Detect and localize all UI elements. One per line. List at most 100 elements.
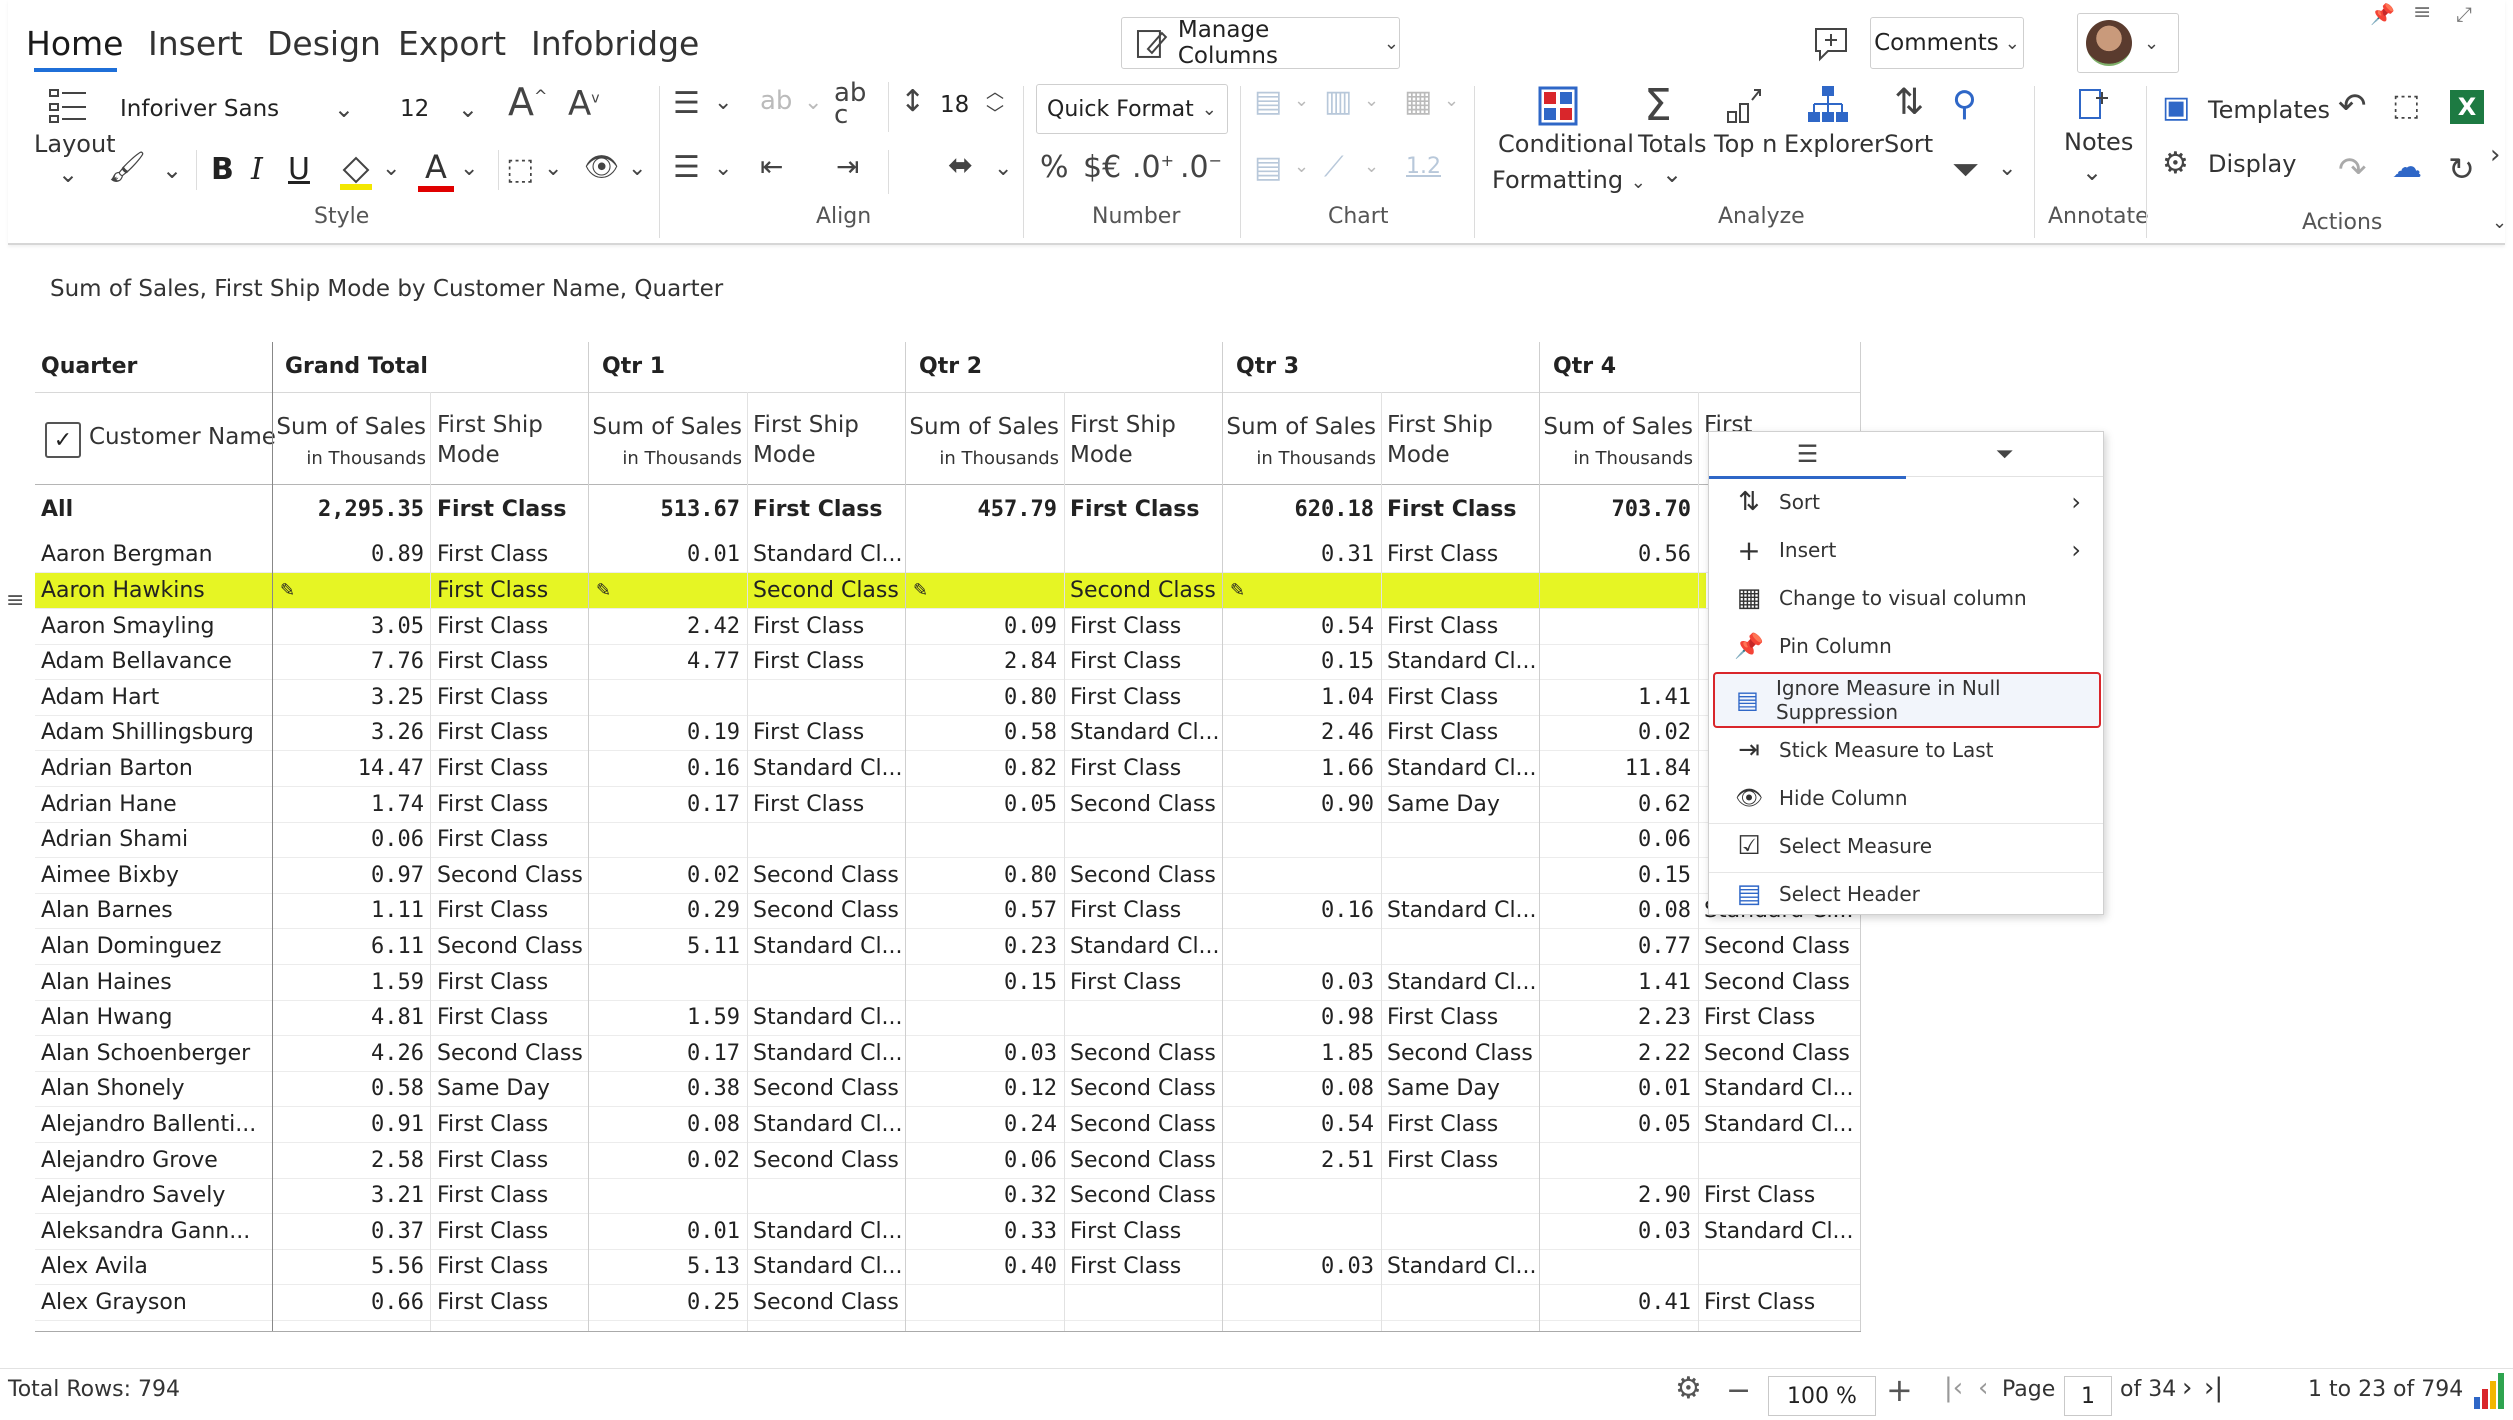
customer-name-header[interactable]: Customer Name — [89, 422, 276, 452]
table-row[interactable]: Alejandro Ballenti... 0.91 First Class 0.08… — [35, 1107, 1861, 1143]
edit-pencil-icon[interactable]: ✎ — [913, 573, 937, 609]
ship-mode-cell[interactable]: Second Class — [1070, 1178, 1222, 1214]
ship-mode-cell[interactable]: First Class — [437, 965, 589, 1001]
menu-item-insert[interactable]: + Insert › — [1709, 528, 2103, 572]
ship-mode-cell[interactable] — [753, 1178, 905, 1214]
sales-value-cell[interactable]: 0.16 — [1226, 893, 1374, 929]
expand-icon[interactable]: ⤢ — [2456, 2, 2472, 26]
customer-name-cell[interactable]: Alejandro Ballenti... — [41, 1107, 269, 1143]
ship-mode-cell[interactable]: First Class — [1387, 1000, 1539, 1036]
ship-mode-cell[interactable]: First Class — [437, 1143, 589, 1179]
sales-value-cell[interactable]: 1.85 — [1226, 1036, 1374, 1072]
chart-value-label[interactable]: 1.2 — [1406, 154, 1441, 179]
gear-icon[interactable]: ⚙ — [2162, 146, 2189, 181]
templates-label[interactable]: Templates — [2208, 96, 2330, 124]
ship-mode-cell[interactable]: First Class — [437, 715, 589, 751]
sales-value-cell[interactable]: 0.03 — [1543, 1214, 1691, 1250]
comments-dropdown[interactable]: Comments ⌄ — [1870, 17, 2024, 69]
percent-button[interactable]: % — [1040, 150, 1069, 185]
sales-value-cell[interactable]: 0.09 — [909, 609, 1057, 645]
sales-value-cell[interactable]: 0.38 — [592, 1071, 740, 1107]
explorer-label[interactable]: Explorer — [1784, 130, 1884, 158]
ship-mode-cell[interactable]: Second Class — [1387, 1036, 1539, 1072]
measure-header-first-ship-mode[interactable]: First Ship Mode — [1387, 410, 1493, 470]
ship-mode-cell[interactable]: Same Day — [437, 1071, 589, 1107]
customer-name-cell[interactable]: Aaron Smayling — [41, 609, 269, 645]
ship-mode-cell[interactable]: Second Class — [753, 573, 905, 609]
font-color-button[interactable]: A — [414, 148, 458, 194]
ship-mode-cell[interactable]: Second Class — [753, 1071, 905, 1107]
ship-mode-cell[interactable]: First Class — [1070, 1249, 1222, 1285]
chevron-down-icon[interactable]: ⌄ — [1998, 156, 2016, 181]
sales-value-cell[interactable]: 4.81 — [276, 1000, 424, 1036]
customer-name-cell[interactable]: Adrian Hane — [41, 787, 269, 823]
sales-value-cell[interactable]: 7.76 — [276, 644, 424, 680]
ship-mode-cell[interactable]: Second Class — [437, 858, 589, 894]
decrease-decimal-button[interactable]: .0− — [1180, 150, 1222, 185]
measure-header-first-ship-mode[interactable]: First Ship Mode — [1070, 410, 1176, 470]
bar-chart-icon[interactable]: ▤ — [1254, 84, 1282, 119]
ship-mode-cell[interactable]: First Class — [437, 537, 589, 573]
ship-mode-cell[interactable]: Standard Cl... — [1704, 1107, 1856, 1143]
sales-value-cell[interactable]: 0.15 — [1543, 858, 1691, 894]
ruler-icon[interactable]: ⬚ — [2392, 88, 2420, 123]
sales-value-cell[interactable] — [1226, 1178, 1374, 1214]
ship-mode-cell[interactable] — [1387, 929, 1539, 965]
ship-mode-cell[interactable]: First Class — [753, 609, 905, 645]
search-icon[interactable]: ⚲ — [1952, 84, 1977, 124]
menu-item-ignore-measure-null-suppression[interactable]: ▤ Ignore Measure in Null Suppression — [1713, 672, 2101, 728]
sales-value-cell[interactable] — [592, 680, 740, 716]
ship-mode-cell[interactable]: First Class — [437, 1285, 589, 1321]
row-height-icon[interactable]: ↕ — [900, 84, 925, 119]
ship-mode-cell[interactable]: First Class — [1070, 1214, 1222, 1250]
table-row[interactable]: Alejandro Savely 3.21 First Class 0.32 Secon… — [35, 1178, 1861, 1214]
ship-mode-cell[interactable]: Standard Cl... — [1387, 965, 1539, 1001]
redo-icon[interactable]: ↷ — [2338, 150, 2367, 190]
sales-value-cell[interactable]: 0.89 — [276, 537, 424, 573]
ship-mode-cell[interactable]: Second Class — [437, 1036, 589, 1072]
sales-value-cell[interactable]: 4.26 — [276, 1036, 424, 1072]
excel-icon[interactable]: X — [2450, 90, 2484, 124]
sales-value-cell[interactable] — [1226, 1285, 1374, 1321]
formatting-label[interactable]: Formatting ⌄ — [1492, 166, 1646, 194]
ship-mode-cell[interactable] — [1387, 1214, 1539, 1250]
customer-name-cell[interactable]: Adam Hart — [41, 680, 269, 716]
sales-value-cell[interactable]: 0.06 — [909, 1143, 1057, 1179]
sales-value-cell[interactable]: 0.06 — [276, 822, 424, 858]
ship-mode-cell[interactable]: First Class — [1070, 965, 1222, 1001]
group-header-qtr4[interactable]: Qtr 4 — [1553, 354, 1616, 379]
top-n-label[interactable]: Top n — [1714, 130, 1777, 158]
ship-mode-cell[interactable] — [1070, 1000, 1222, 1036]
sales-value-cell[interactable] — [1543, 644, 1691, 680]
sales-value-cell[interactable]: 0.40 — [909, 1249, 1057, 1285]
ship-mode-cell[interactable]: Standard Cl... — [753, 751, 905, 787]
sales-value-cell[interactable]: 0.01 — [592, 537, 740, 573]
chevron-down-icon[interactable]: ⌄ — [460, 156, 478, 181]
measure-header-sum-of-sales[interactable]: Sum of Sales in Thousands — [276, 412, 426, 474]
ship-mode-cell[interactable]: Second Class — [1704, 1036, 1856, 1072]
table-chart-icon[interactable]: ▦ — [1404, 84, 1432, 119]
upload-cloud-icon[interactable]: ☁ — [2392, 150, 2422, 185]
chevron-down-icon[interactable]: ⌄ — [162, 156, 182, 184]
sales-value-cell[interactable]: 0.98 — [1226, 1000, 1374, 1036]
sales-value-cell[interactable]: 620.18 — [1226, 492, 1374, 528]
ship-mode-cell[interactable]: First Class — [1387, 609, 1539, 645]
ship-mode-cell[interactable] — [1704, 1143, 1856, 1179]
currency-button[interactable]: $€ — [1083, 150, 1121, 185]
table-row[interactable]: Alan Haines 1.59 First Class 0.15 First Clas… — [35, 965, 1861, 1001]
chevron-down-icon[interactable]: ⌄ — [544, 156, 562, 181]
ship-mode-cell[interactable]: First Class — [1070, 751, 1222, 787]
table-row[interactable]: Aleksandra Gann... 0.37 First Class 0.01 Sta… — [35, 1214, 1861, 1250]
user-menu[interactable]: ⌄ — [2077, 13, 2179, 73]
tab-insert[interactable]: Insert — [148, 24, 243, 63]
edit-pencil-icon[interactable]: ✎ — [1230, 573, 1254, 609]
chevron-down-icon[interactable]: ⌄ — [628, 156, 646, 181]
sort-icon[interactable]: ⇅ — [1894, 82, 1924, 123]
chevron-down-icon[interactable]: ⌄ — [1662, 160, 1682, 188]
group-header-qtr2[interactable]: Qtr 2 — [919, 354, 982, 379]
sales-value-cell[interactable]: 0.56 — [1543, 537, 1691, 573]
ship-mode-cell[interactable] — [753, 965, 905, 1001]
sales-value-cell[interactable]: 3.25 — [276, 680, 424, 716]
sales-value-cell[interactable] — [1543, 1249, 1691, 1285]
row-handle-icon[interactable]: ≡ — [6, 588, 24, 613]
